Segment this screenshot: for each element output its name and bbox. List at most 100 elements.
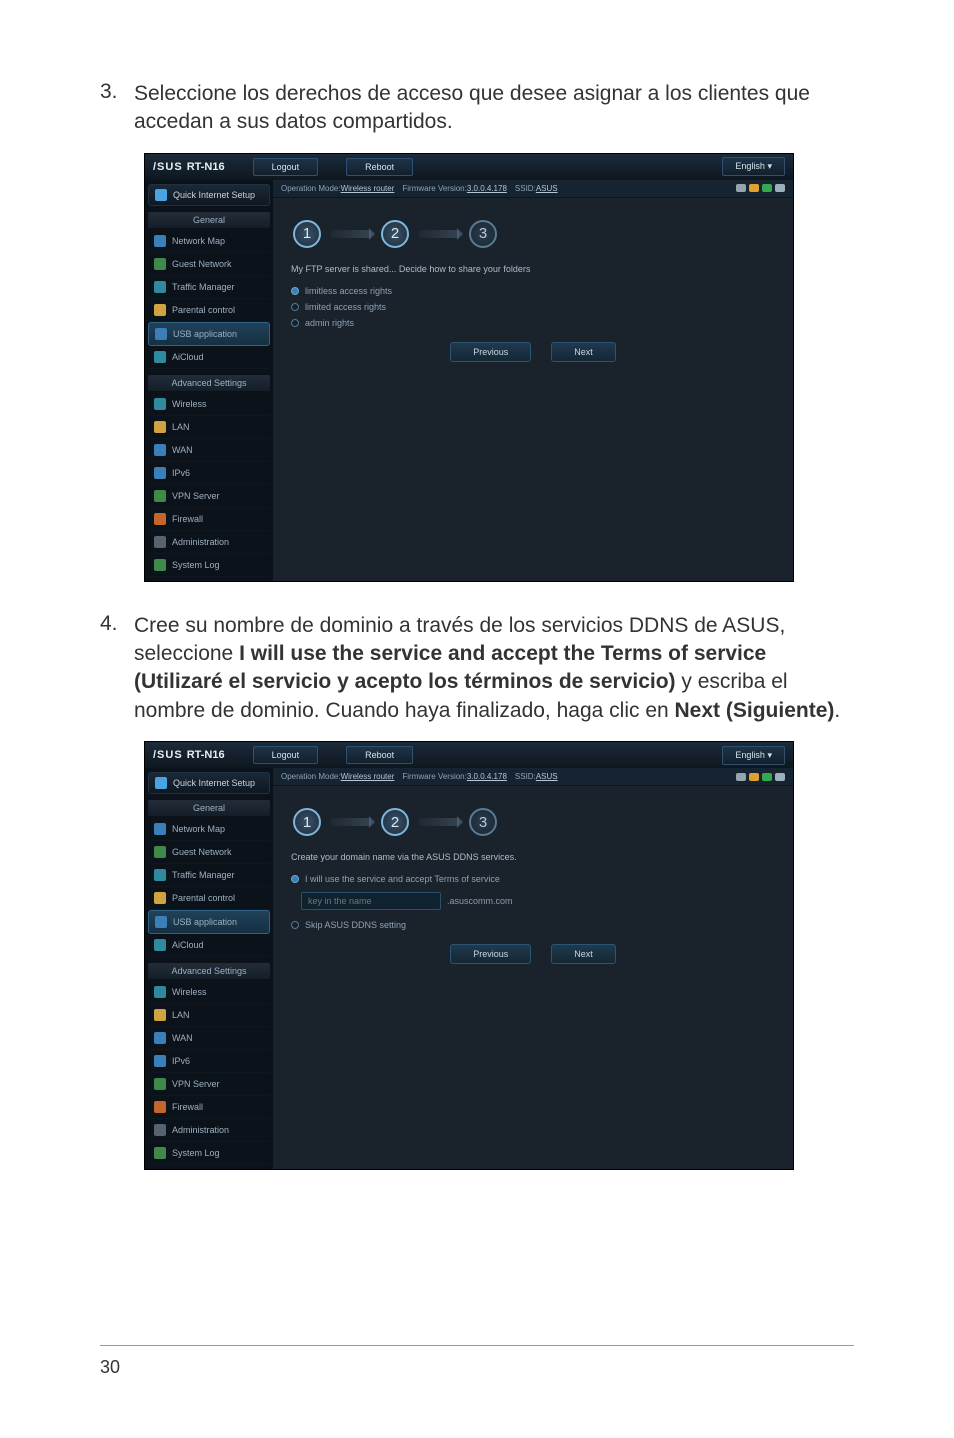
sidebar-item-traffic-manager[interactable]: Traffic Manager: [148, 864, 270, 887]
router-screenshot-4: /SUS RT-N16 Logout Reboot English ▾ Quic…: [144, 741, 794, 1170]
router-screenshot-3: /SUS RT-N16 Logout Reboot English ▾ Quic…: [144, 153, 794, 582]
sidebar-item-usb-application[interactable]: USB application: [148, 910, 270, 934]
fw-value[interactable]: 3.0.0.4.178: [467, 772, 507, 781]
administration-icon: [154, 536, 166, 548]
ssid-value[interactable]: ASUS: [536, 772, 558, 781]
arrow-icon: [331, 818, 371, 826]
quick-internet-setup[interactable]: Quick Internet Setup: [148, 772, 270, 794]
sidebar-item-firewall[interactable]: Firewall: [148, 508, 270, 531]
sidebar-item-wan[interactable]: WAN: [148, 439, 270, 462]
step-3: 3. Seleccione los derechos de acceso que…: [100, 80, 854, 137]
wan-icon: [154, 444, 166, 456]
reboot-button[interactable]: Reboot: [346, 158, 413, 176]
model-label: RT-N16: [187, 749, 225, 761]
sidebar-item-usb-application[interactable]: USB application: [148, 322, 270, 346]
sidebar-item-guest-network[interactable]: Guest Network: [148, 841, 270, 864]
op-mode-value[interactable]: Wireless router: [341, 772, 395, 781]
model-label: RT-N16: [187, 161, 225, 173]
usb-application-icon: [155, 916, 167, 928]
guest-network-icon: [154, 258, 166, 270]
radio-admin-rights[interactable]: admin rights: [291, 318, 779, 328]
sidebar-item-lan[interactable]: LAN: [148, 1004, 270, 1027]
vpn-server-icon: [154, 490, 166, 502]
sidebar-item-wan[interactable]: WAN: [148, 1027, 270, 1050]
status-icon-2: [749, 773, 759, 781]
firewall-icon: [154, 1101, 166, 1113]
chevron-down-icon: ▾: [767, 161, 772, 171]
sidebar-item-network-map[interactable]: Network Map: [148, 818, 270, 841]
router-main: Operation Mode: Wireless router Firmware…: [273, 768, 793, 1169]
sidebar-item-ipv6[interactable]: IPv6: [148, 462, 270, 485]
sidebar-item-administration[interactable]: Administration: [148, 531, 270, 554]
status-icon-1: [736, 184, 746, 192]
radio-limitless-access[interactable]: limitless access rights: [291, 286, 779, 296]
sidebar-item-guest-network[interactable]: Guest Network: [148, 253, 270, 276]
radio-skip-ddns[interactable]: Skip ASUS DDNS setting: [291, 920, 779, 930]
ssid-value[interactable]: ASUS: [536, 184, 558, 193]
sidebar-item-vpn-server[interactable]: VPN Server: [148, 1073, 270, 1096]
sidebar-item-vpn-server[interactable]: VPN Server: [148, 485, 270, 508]
sidebar-item-administration[interactable]: Administration: [148, 1119, 270, 1142]
sidebar-item-aicloud[interactable]: AiCloud: [148, 346, 270, 369]
sidebar-item-network-map[interactable]: Network Map: [148, 230, 270, 253]
status-icon-1: [736, 773, 746, 781]
wizard-step-1: 1: [293, 220, 321, 248]
wizard-step-3: 3: [469, 220, 497, 248]
qis-icon: [155, 189, 167, 201]
fw-label: Firmware Version:: [402, 772, 466, 781]
sidebar-item-system-log[interactable]: System Log: [148, 554, 270, 577]
parental-control-icon: [154, 304, 166, 316]
fw-value[interactable]: 3.0.0.4.178: [467, 184, 507, 193]
reboot-button[interactable]: Reboot: [346, 746, 413, 764]
sidebar-item-lan[interactable]: LAN: [148, 416, 270, 439]
next-button[interactable]: Next: [551, 944, 616, 964]
radio-use-service[interactable]: I will use the service and accept Terms …: [291, 874, 779, 884]
qis-icon: [155, 777, 167, 789]
router-infobar: Operation Mode: Wireless router Firmware…: [273, 180, 793, 198]
footer-rule: [100, 1345, 854, 1346]
sidebar-item-parental-control[interactable]: Parental control: [148, 299, 270, 322]
sidebar-item-aicloud[interactable]: AiCloud: [148, 934, 270, 957]
sidebar-item-parental-control[interactable]: Parental control: [148, 887, 270, 910]
sidebar-header-advanced: Advanced Settings: [148, 375, 270, 391]
fw-label: Firmware Version:: [402, 184, 466, 193]
router-infobar: Operation Mode: Wireless router Firmware…: [273, 768, 793, 786]
radio-icon: [291, 303, 299, 311]
op-mode-value[interactable]: Wireless router: [341, 184, 395, 193]
arrow-icon: [331, 230, 371, 238]
router-sidebar: Quick Internet Setup General Network Map…: [145, 180, 273, 581]
router-panel: 1 2 3 My FTP server is shared... Decide …: [273, 198, 793, 578]
logout-button[interactable]: Logout: [253, 746, 319, 764]
arrow-icon: [419, 230, 459, 238]
sidebar-item-wireless[interactable]: Wireless: [148, 393, 270, 416]
administration-icon: [154, 1124, 166, 1136]
parental-control-icon: [154, 892, 166, 904]
status-icon-4: [775, 184, 785, 192]
language-select[interactable]: English ▾: [722, 746, 785, 765]
previous-button[interactable]: Previous: [450, 342, 531, 362]
ssid-label: SSID:: [515, 184, 536, 193]
next-button[interactable]: Next: [551, 342, 616, 362]
ipv6-icon: [154, 467, 166, 479]
radio-limited-access[interactable]: limited access rights: [291, 302, 779, 312]
sidebar-item-ipv6[interactable]: IPv6: [148, 1050, 270, 1073]
sidebar-item-traffic-manager[interactable]: Traffic Manager: [148, 276, 270, 299]
brand-logo: /SUS: [153, 749, 183, 761]
sidebar-item-system-log[interactable]: System Log: [148, 1142, 270, 1165]
step-4-number: 4.: [100, 612, 134, 725]
wizard-step-1: 1: [293, 808, 321, 836]
ddns-name-input[interactable]: [301, 892, 441, 910]
sidebar-item-wireless[interactable]: Wireless: [148, 981, 270, 1004]
status-icon-3: [762, 184, 772, 192]
previous-button[interactable]: Previous: [450, 944, 531, 964]
brand-logo: /SUS: [153, 161, 183, 173]
router-sidebar: Quick Internet Setup General Network Map…: [145, 768, 273, 1169]
logout-button[interactable]: Logout: [253, 158, 319, 176]
sidebar-item-firewall[interactable]: Firewall: [148, 1096, 270, 1119]
network-map-icon: [154, 235, 166, 247]
step-3-number: 3.: [100, 80, 134, 137]
quick-internet-setup[interactable]: Quick Internet Setup: [148, 184, 270, 206]
sidebar-header-general: General: [148, 800, 270, 816]
language-select[interactable]: English ▾: [722, 157, 785, 176]
traffic-manager-icon: [154, 281, 166, 293]
